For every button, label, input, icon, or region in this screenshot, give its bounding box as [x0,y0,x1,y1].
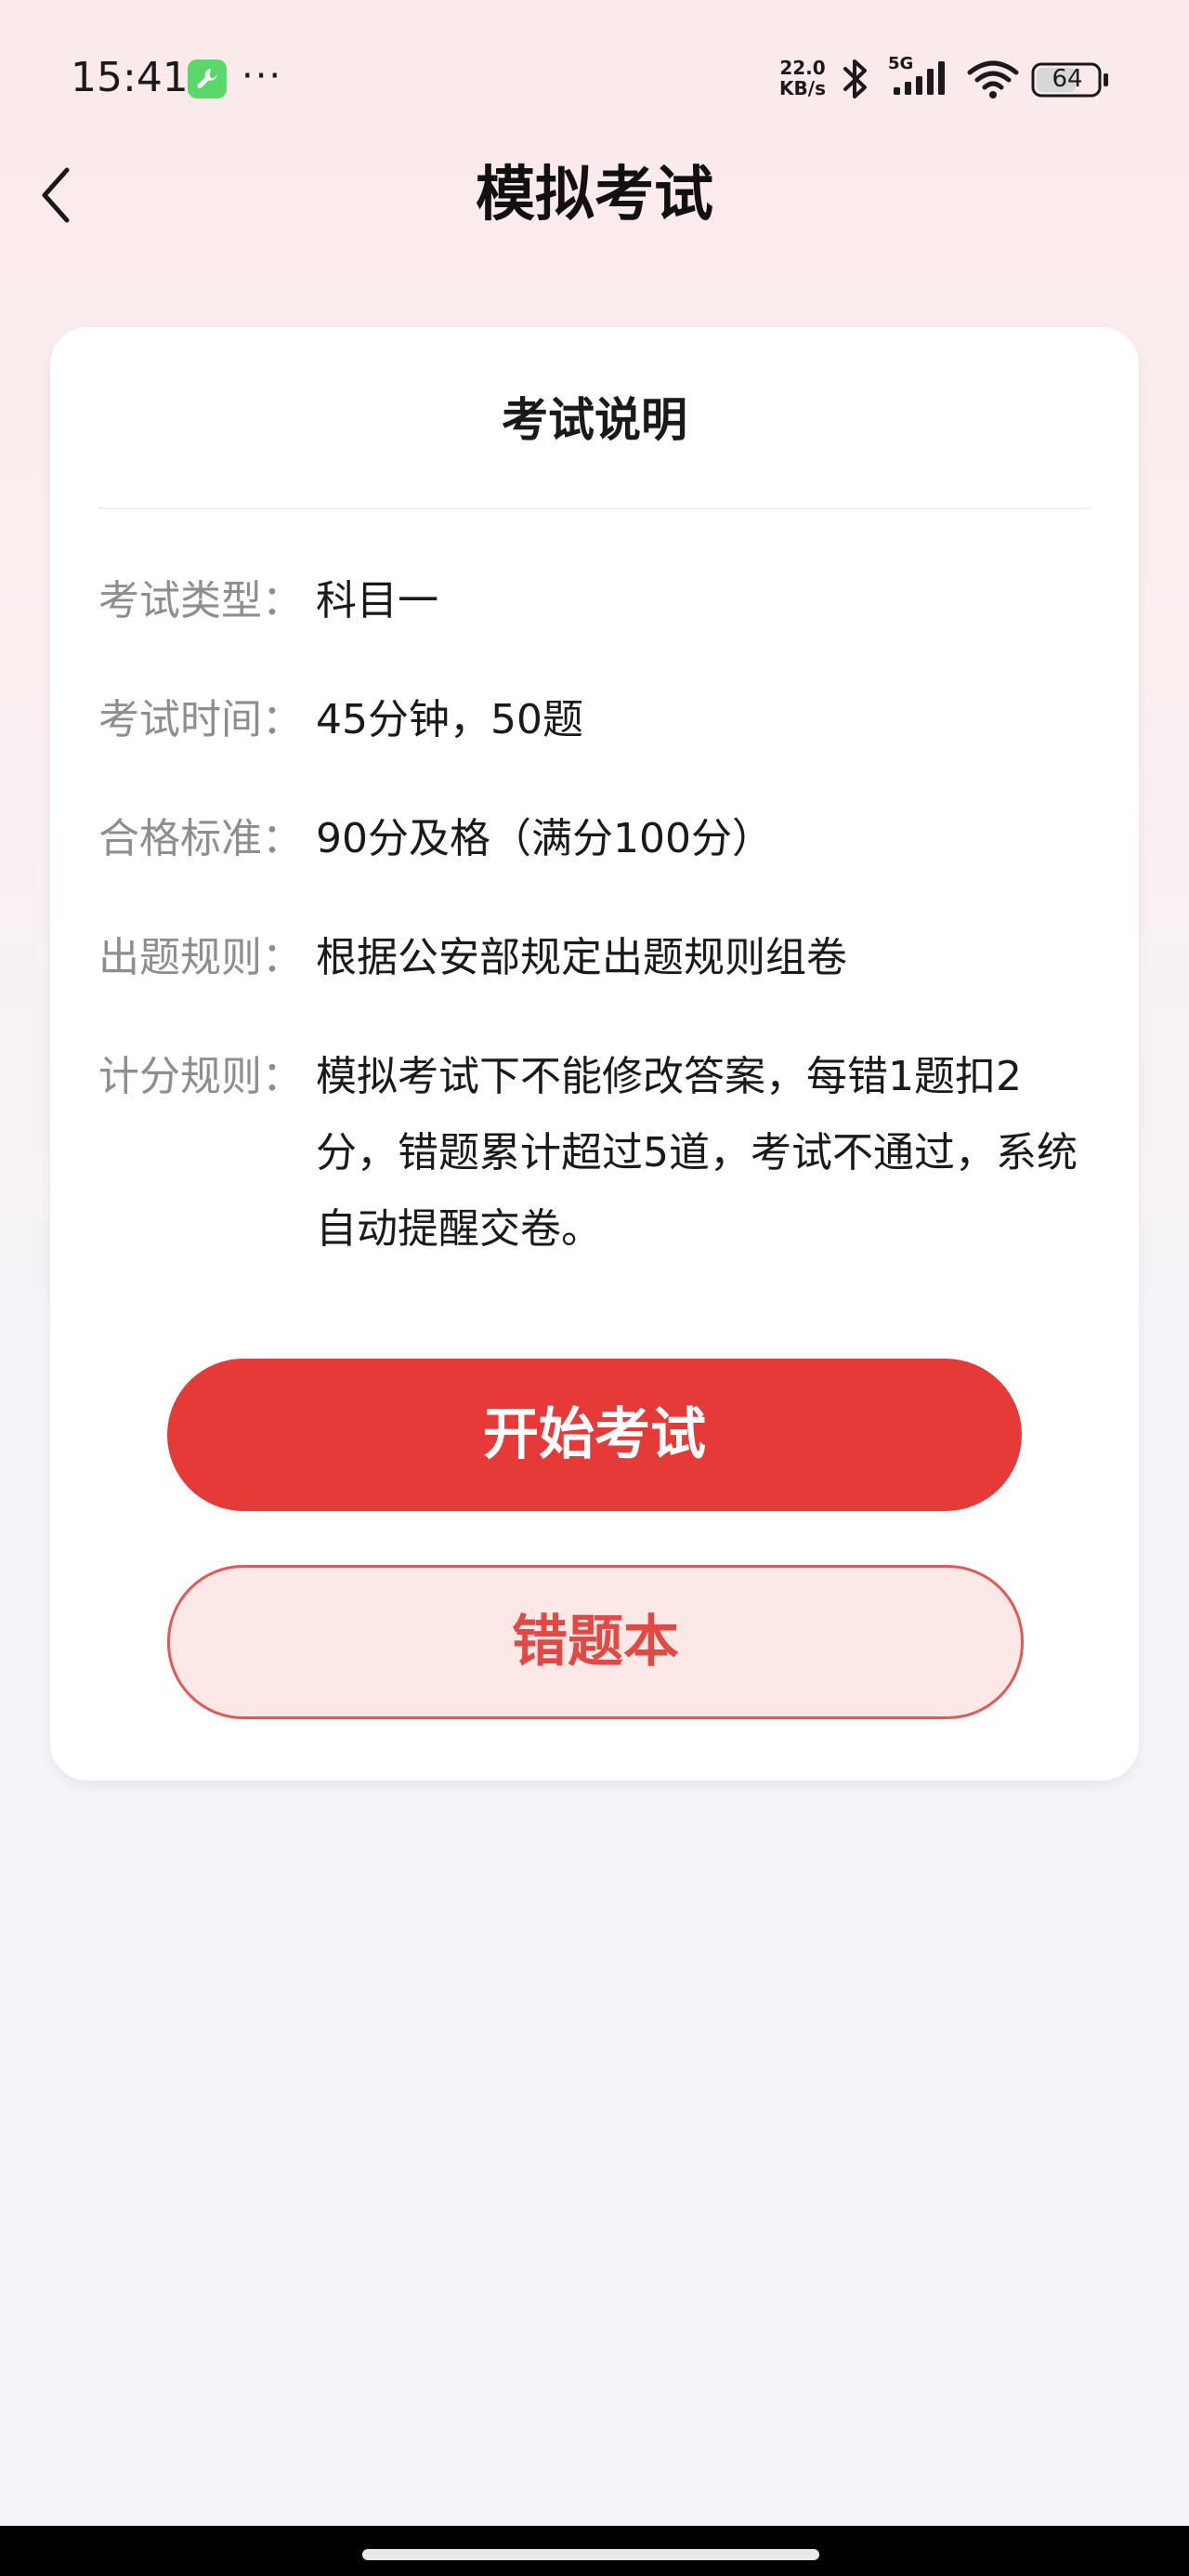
status-bar: 15:41 ··· 22.0 KB/s 5G 64 [0,0,1189,156]
start-exam-button[interactable]: 开始考试 [167,1359,1022,1511]
info-label: 合格标准： [98,815,303,862]
exam-info-card: 考试说明 考试类型： 科目一 考试时间： 45分钟，50题 合格标准： 90分及… [50,327,1139,1781]
network-speed-unit: KB/s [779,77,826,99]
info-label: 考试时间： [98,696,303,743]
info-label: 出题规则： [98,934,303,981]
info-label: 计分规则： [98,1053,303,1100]
info-value: 科目一 [316,577,438,624]
info-value: 90分及格（满分100分） [316,815,773,862]
divider [98,507,1091,509]
info-value: 根据公安部规定出题规则组卷 [316,934,847,981]
card-title: 考试说明 [502,393,687,447]
info-value: 45分钟，50题 [316,696,583,743]
wrong-questions-button[interactable]: 错题本 [167,1565,1024,1719]
more-notifications: ··· [242,55,283,98]
signal-label: 5G [888,54,913,73]
bluetooth-icon [843,59,867,99]
wifi-icon [967,60,1019,99]
home-indicator[interactable] [362,2549,819,2560]
status-time: 15:41 [71,54,189,101]
signal-icon: 5G [888,54,945,95]
tools-app-icon [188,59,227,99]
page-title: 模拟考试 [476,161,713,230]
network-speed: 22.0 KB/s [775,58,830,99]
info-label: 考试类型： [98,577,303,624]
info-value: 模拟考试下不能修改答案，每错1题扣2分，错题累计超过5道，考试不通过，系统自动提… [316,1053,1078,1253]
battery-level: 64 [1052,65,1083,93]
network-speed-value: 22.0 [779,57,826,79]
